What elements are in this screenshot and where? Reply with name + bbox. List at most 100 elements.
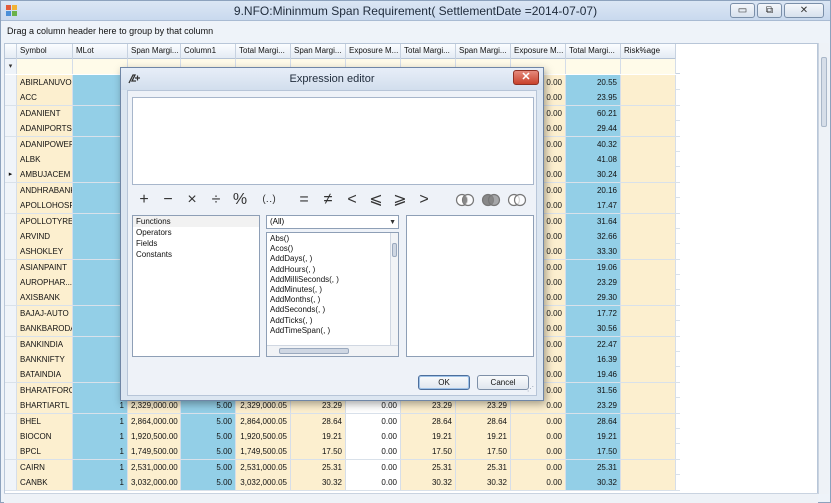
column-header[interactable]: Span Margi... <box>291 44 346 59</box>
row-indicator[interactable] <box>5 305 17 321</box>
symbol-cell[interactable]: ACC <box>17 90 73 106</box>
function-item[interactable]: AddMinutes(, ) <box>267 285 398 295</box>
column-header[interactable]: MLot <box>73 44 128 59</box>
row-indicator[interactable] <box>5 136 17 152</box>
symbol-cell[interactable]: BHARTIARTL <box>17 398 73 414</box>
tm3-cell[interactable]: 19.06 <box>566 259 621 275</box>
symbol-cell[interactable]: AXISBANK <box>17 290 73 306</box>
risk-cell[interactable] <box>621 367 676 383</box>
resize-grip-icon[interactable]: ⋰ <box>527 385 534 393</box>
ok-button[interactable]: OK <box>418 375 470 390</box>
expression-input[interactable] <box>132 97 534 185</box>
risk-cell[interactable] <box>621 167 676 183</box>
tm3-cell[interactable]: 19.46 <box>566 367 621 383</box>
row-indicator[interactable] <box>5 105 17 121</box>
span-cell[interactable]: 1,920,500.00 <box>128 428 181 444</box>
row-indicator[interactable] <box>5 398 17 414</box>
not-operator-icon[interactable] <box>506 193 528 207</box>
risk-cell[interactable] <box>621 428 676 444</box>
risk-cell[interactable] <box>621 90 676 106</box>
row-indicator[interactable] <box>5 121 17 137</box>
category-item-functions[interactable]: Functions <box>133 216 259 227</box>
row-indicator[interactable] <box>5 321 17 337</box>
category-list[interactable]: Functions Operators Fields Constants <box>132 215 260 357</box>
symbol-cell[interactable]: AUROPHAR... <box>17 275 73 291</box>
risk-cell[interactable] <box>621 228 676 244</box>
function-list-vertical-scrollbar[interactable] <box>390 233 398 345</box>
column-header[interactable]: Total Margi... <box>566 44 621 59</box>
col1-cell[interactable]: 5.00 <box>181 459 236 475</box>
risk-cell[interactable] <box>621 244 676 260</box>
tm-cell[interactable]: 2,531,000.05 <box>236 459 291 475</box>
risk-cell[interactable] <box>621 275 676 291</box>
tm3-cell[interactable]: 30.32 <box>566 475 621 491</box>
filter-icon[interactable]: ▾ <box>5 59 17 74</box>
risk-cell[interactable] <box>621 352 676 368</box>
column-header[interactable]: Risk%age <box>621 44 676 59</box>
function-item[interactable]: AddTicks(, ) <box>267 316 398 326</box>
scroll-thumb[interactable] <box>279 348 349 354</box>
column-header[interactable]: Total Margi... <box>401 44 456 59</box>
tm2-cell[interactable]: 17.50 <box>401 444 456 460</box>
exp-cell[interactable]: 0.00 <box>346 413 401 429</box>
tm3-cell[interactable]: 23.29 <box>566 398 621 414</box>
risk-cell[interactable] <box>621 105 676 121</box>
function-item[interactable]: AddDays(, ) <box>267 254 398 264</box>
row-indicator[interactable] <box>5 336 17 352</box>
tm3-cell[interactable]: 32.66 <box>566 228 621 244</box>
row-indicator[interactable] <box>5 413 17 429</box>
tm3-cell[interactable]: 22.47 <box>566 336 621 352</box>
tm3-cell[interactable]: 30.56 <box>566 321 621 337</box>
function-item[interactable]: AddSeconds(, ) <box>267 305 398 315</box>
less-equal-operator-button[interactable]: ⩽ <box>364 190 388 210</box>
risk-cell[interactable] <box>621 459 676 475</box>
less-than-operator-button[interactable]: < <box>340 190 364 210</box>
column-header[interactable]: Exposure M... <box>511 44 566 59</box>
function-item[interactable]: AddMonths(, ) <box>267 295 398 305</box>
table-row[interactable]: BHEL 1 2,864,000.00 5.00 2,864,000.05 28.64 0.… <box>5 413 680 429</box>
row-indicator[interactable] <box>5 151 17 167</box>
symbol-cell[interactable]: BHARATFORG <box>17 382 73 398</box>
function-item[interactable]: Acos() <box>267 244 398 254</box>
risk-cell[interactable] <box>621 475 676 491</box>
tm3-cell[interactable]: 30.24 <box>566 167 621 183</box>
sm2-cell[interactable]: 25.31 <box>291 459 346 475</box>
exp2-cell[interactable]: 0.00 <box>511 428 566 444</box>
equals-operator-button[interactable]: = <box>292 190 316 210</box>
tm3-cell[interactable]: 25.31 <box>566 459 621 475</box>
filter-cell[interactable] <box>621 59 676 74</box>
tm3-cell[interactable]: 23.95 <box>566 90 621 106</box>
symbol-cell[interactable]: BHEL <box>17 413 73 429</box>
tm3-cell[interactable]: 23.29 <box>566 275 621 291</box>
tm3-cell[interactable]: 16.39 <box>566 352 621 368</box>
minus-operator-button[interactable]: − <box>156 190 180 210</box>
tm3-cell[interactable]: 40.32 <box>566 136 621 152</box>
tm3-cell[interactable]: 17.50 <box>566 444 621 460</box>
window-close-button[interactable]: ✕ <box>784 3 824 18</box>
and-operator-icon[interactable] <box>454 193 476 207</box>
table-row[interactable]: CAIRN 1 2,531,000.00 5.00 2,531,000.05 25.31 0… <box>5 459 680 476</box>
tm3-cell[interactable]: 29.30 <box>566 290 621 306</box>
tm3-cell[interactable]: 20.16 <box>566 182 621 198</box>
tm2-cell[interactable]: 30.32 <box>401 475 456 491</box>
tm2-cell[interactable]: 28.64 <box>401 413 456 429</box>
row-indicator[interactable] <box>5 198 17 214</box>
col1-cell[interactable]: 5.00 <box>181 413 236 429</box>
row-indicator[interactable] <box>5 228 17 244</box>
risk-cell[interactable] <box>621 305 676 321</box>
exp2-cell[interactable]: 0.00 <box>511 444 566 460</box>
function-item[interactable]: AddHours(, ) <box>267 265 398 275</box>
mlot-cell[interactable]: 1 <box>73 475 128 491</box>
exp-cell[interactable]: 0.00 <box>346 475 401 491</box>
span-cell[interactable]: 2,531,000.00 <box>128 459 181 475</box>
symbol-cell[interactable]: BPCL <box>17 444 73 460</box>
function-filter-dropdown[interactable]: (All) ▼ <box>266 215 399 229</box>
risk-cell[interactable] <box>621 136 676 152</box>
symbol-cell[interactable]: APOLLOTYRE <box>17 213 73 229</box>
function-item[interactable]: AddTimeSpan(, ) <box>267 326 398 336</box>
symbol-cell[interactable]: APOLLOHOSP <box>17 198 73 214</box>
col1-cell[interactable]: 5.00 <box>181 428 236 444</box>
symbol-cell[interactable]: ADANIENT <box>17 105 73 121</box>
row-indicator[interactable] <box>5 459 17 475</box>
greater-than-operator-button[interactable]: > <box>412 190 436 210</box>
